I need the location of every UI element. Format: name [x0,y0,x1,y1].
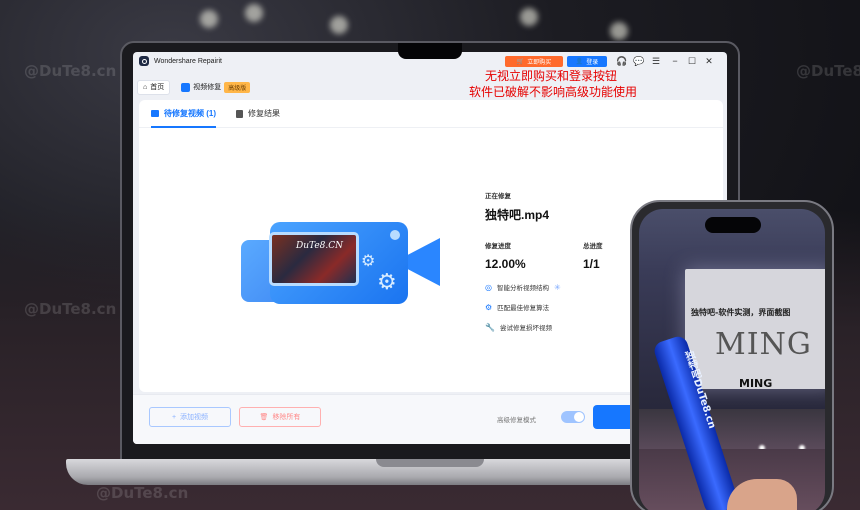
sub-tabs: 待修复视频 (1) 修复结果 [139,100,723,128]
total-value: 1/1 [583,257,600,271]
nav-video-repair-label: 视频修复 [193,84,222,91]
crack-note-line2: 软件已破解不影响高级功能使用 [469,85,638,99]
close-icon[interactable]: ✕ [703,55,715,67]
pending-video-icon [151,110,159,117]
step-label: 匹配最佳修复算法 [497,305,550,312]
minimize-icon[interactable]: − [669,55,681,67]
results-doc-icon [236,109,243,118]
add-video-button[interactable]: + 添加视频 [149,407,231,427]
user-icon: 👤 [575,59,584,65]
camera-lens [408,238,440,286]
menu-icon[interactable]: ☰ [650,55,662,67]
login-label: 登录 [586,60,599,66]
tab-repair-results[interactable]: 修复结果 [236,100,280,128]
gear-icon: ⚙ [377,269,397,294]
nav-home-label: 首页 [150,84,165,91]
wrench-icon: 🔧 [485,322,495,332]
cart-icon: 🛒 [516,59,525,65]
remove-all-button[interactable]: 🗑 移除所有 [239,407,321,427]
step-label: 尝试修复损坏视频 [499,325,552,332]
repair-status-label: 正在修复 [485,193,511,200]
tab-pending-videos[interactable]: 待修复视频 (1) [151,100,216,128]
gear-icon: ⚙ [361,253,376,270]
stage-light [610,22,628,40]
video-camera-illustration: DuTe8.CN ⚙ ⚙ [241,212,445,308]
add-video-label: 添加视频 [180,414,209,421]
headset-icon[interactable]: 🎧 [616,55,628,67]
video-thumbnail: DuTe8.CN [269,232,359,286]
plus-icon: + [171,413,177,421]
watermark: @DuTe8.cn [796,62,860,80]
step-match: ⚙ 匹配最佳修复算法 [485,302,550,313]
app-logo-icon [139,56,149,66]
stage [639,409,825,449]
projector-big-text: MING [715,327,812,362]
analyze-icon: ◎ [485,282,492,292]
watermark: @DuTe8.cn [96,484,189,502]
total-label: 总进度 [583,243,603,250]
advanced-mode-toggle[interactable] [561,411,585,423]
camera-dot [390,230,400,240]
projector-title: 独特吧-软件实测，界面截图 [691,308,791,317]
watermark: @DuTe8.cn [24,300,117,318]
phone-screen: 独特吧-软件实测，界面截图 MING MING 独特吧DuTe8.cn [639,209,825,510]
video-icon [181,82,191,92]
progress-value: 12.00% [485,257,526,271]
step-repair: 🔧 尝试修复损坏视频 [485,322,552,333]
dynamic-island [705,217,761,233]
buy-now-button[interactable]: 🛒 立即购买 [505,56,563,67]
advanced-mode-label: 高级修复模式 [497,417,536,424]
progress-label: 修复进度 [485,243,511,250]
tab-results-label: 修复结果 [248,109,280,118]
thumbnail-text: DuTe8.CN [296,241,343,251]
watermark: @DuTe8.cn [24,62,117,80]
projector-small-text: MING [739,377,773,390]
nav-video-repair-tab[interactable]: 视频修复 高级版 [176,80,255,95]
stage-light [200,10,218,28]
crack-note-line1: 无视立即购买和登录按钮 [485,69,618,83]
stage-light [245,4,263,22]
app-title: Wondershare Repairit [154,57,222,65]
stage-light [520,8,538,26]
algorithm-icon: ⚙ [485,302,493,312]
stage-light [330,16,348,34]
chat-icon[interactable]: 💬 [633,55,645,67]
home-icon: ⌂ [143,83,148,91]
remove-all-label: 移除所有 [272,414,301,421]
login-button[interactable]: 👤 登录 [567,56,607,67]
smartphone: 独特吧-软件实测，界面截图 MING MING 独特吧DuTe8.cn [630,200,834,510]
buy-now-label: 立即购买 [527,60,552,66]
step-analyze: ◎ 智能分析视频结构 ✳ [485,282,561,293]
maximize-icon[interactable]: ☐ [686,55,698,67]
camera-notch [398,43,462,59]
nav-home-tab[interactable]: ⌂ 首页 [137,79,171,95]
step-label: 智能分析视频结构 [496,285,549,292]
premium-badge: 高级版 [224,81,251,93]
spinner-icon: ✳ [553,282,561,292]
tab-pending-label: 待修复视频 (1) [164,109,216,118]
trash-icon: 🗑 [259,414,269,421]
laptop-hinge [376,459,484,467]
nav-bar: ⌂ 首页 视频修复 高级版 [137,78,727,96]
